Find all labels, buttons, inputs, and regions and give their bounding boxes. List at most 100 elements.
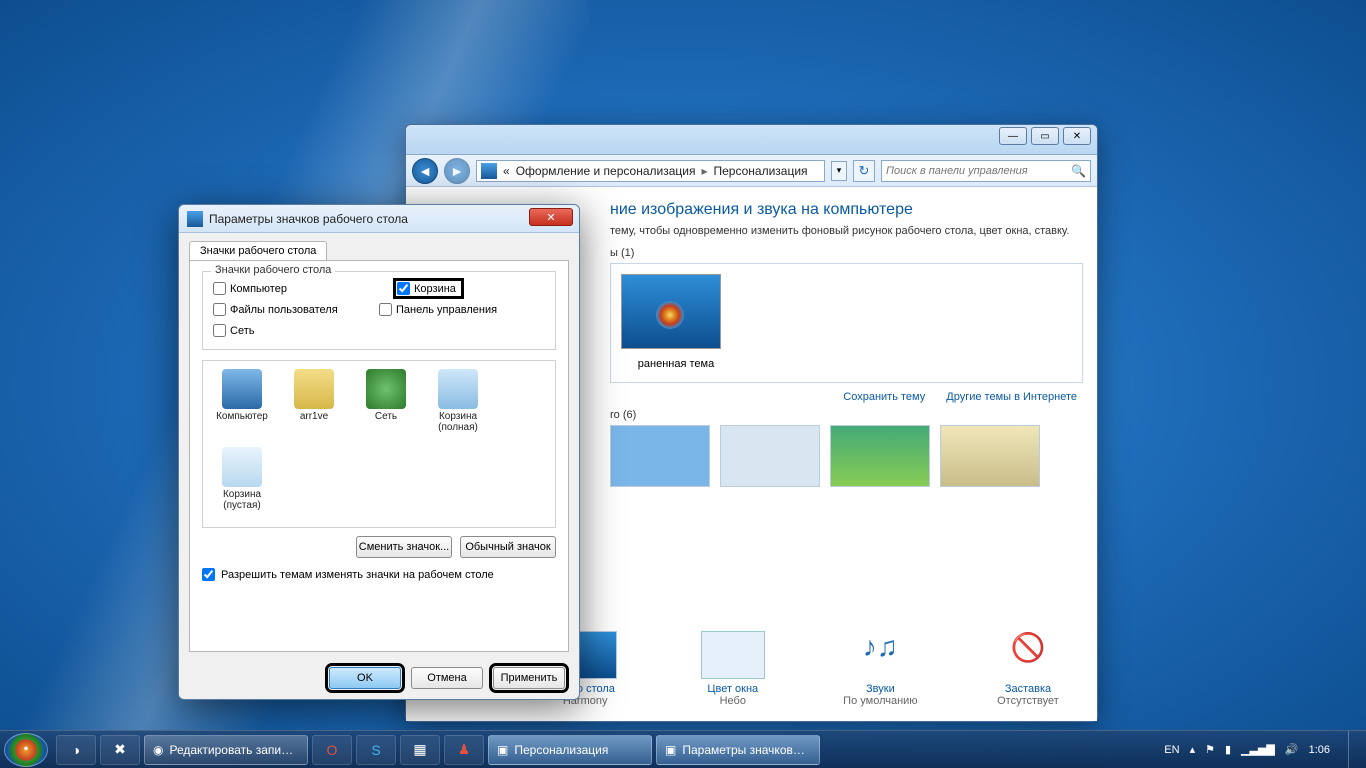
checkbox-cpanel-label: Панель управления <box>396 304 497 316</box>
icon-recycle-full[interactable]: Корзина (полная) <box>427 369 489 441</box>
taskbar-pin-opera[interactable]: O <box>312 735 352 765</box>
icon-params-icon: ▣ <box>665 743 676 757</box>
tray-network-icon[interactable]: ▁▃▅▇ <box>1241 743 1275 756</box>
icon-user-folder[interactable]: arr1ve <box>283 369 345 441</box>
window-color-item[interactable]: Цвет окна Небо <box>678 631 788 707</box>
checkbox-computer[interactable]: Компьютер <box>213 280 379 297</box>
sounds-item[interactable]: ♪♫ Звуки По умолчанию <box>825 631 935 707</box>
desktop-icon-settings-dialog: Параметры значков рабочего стола ✕ Значк… <box>178 204 580 700</box>
sounds-icon: ♪♫ <box>848 631 912 679</box>
tray-volume-icon[interactable]: 🔊 <box>1285 743 1299 756</box>
minimize-button[interactable]: — <box>999 127 1027 145</box>
breadcrumb-seg-2[interactable]: Персонализация <box>713 164 807 178</box>
more-themes-link[interactable]: Другие темы в Интернете <box>946 391 1077 403</box>
address-bar: ◄ ► « Оформление и персонализация ▸ Перс… <box>406 155 1097 187</box>
icon-recycle-empty[interactable]: Корзина (пустая) <box>211 447 273 519</box>
aero-theme-4[interactable] <box>940 425 1040 487</box>
taskbar-pin-app5[interactable]: ▦ <box>400 735 440 765</box>
checkbox-network-input[interactable] <box>213 324 226 337</box>
aero-themes-row <box>610 425 1083 487</box>
group-label: Значки рабочего стола <box>211 264 335 276</box>
taskbar-app-icon-params[interactable]: ▣ Параметры значков… <box>656 735 820 765</box>
apply-button[interactable]: Применить <box>493 667 565 689</box>
save-theme-link[interactable]: Сохранить тему <box>843 391 925 403</box>
checkbox-network-label: Сеть <box>230 325 254 337</box>
allow-themes-input[interactable] <box>202 568 215 581</box>
dialog-icon <box>187 211 203 227</box>
taskbar-app-chrome[interactable]: ◉ Редактировать запи… <box>144 735 308 765</box>
checkbox-control-panel[interactable]: Панель управления <box>379 301 545 318</box>
nav-forward-button[interactable]: ► <box>444 158 470 184</box>
page-heading: ние изображения и звука на компьютере <box>610 201 1083 219</box>
checkbox-userfiles-input[interactable] <box>213 303 226 316</box>
window-color-sub: Небо <box>678 695 788 707</box>
theme-label: раненная тема <box>621 354 731 370</box>
theme-thumbnail <box>621 274 721 349</box>
taskbar-app-personalization[interactable]: ▣ Персонализация <box>488 735 652 765</box>
dialog-titlebar[interactable]: Параметры значков рабочего стола ✕ <box>179 205 579 233</box>
aero-theme-1[interactable] <box>610 425 710 487</box>
breadcrumb[interactable]: « Оформление и персонализация ▸ Персонал… <box>476 160 825 182</box>
maximize-button[interactable]: ▭ <box>1031 127 1059 145</box>
checkbox-recycle-input[interactable] <box>397 282 410 295</box>
nav-back-button[interactable]: ◄ <box>412 158 438 184</box>
window-color-icon <box>701 631 765 679</box>
icon-computer[interactable]: Компьютер <box>211 369 273 441</box>
window-titlebar[interactable]: — ▭ ✕ <box>406 125 1097 155</box>
cancel-button[interactable]: Отмена <box>411 667 483 689</box>
tray-battery-icon[interactable]: ▮ <box>1225 743 1231 756</box>
start-button[interactable] <box>4 733 48 767</box>
personalization-icon: ▣ <box>497 743 508 757</box>
taskbar: ◑ ✖ ◉ Редактировать запи… O S ▦ ♟ ▣ Перс… <box>0 730 1366 768</box>
screensaver-sub: Отсутствует <box>973 695 1083 707</box>
tray-clock[interactable]: 1:06 <box>1309 744 1330 756</box>
system-tray: EN ▴ ⚑ ▮ ▁▃▅▇ 🔊 1:06 <box>1164 731 1362 768</box>
my-themes-header: ы (1) <box>610 247 1083 259</box>
taskbar-pin-steam[interactable]: ◑ <box>56 735 96 765</box>
tray-flag-icon[interactable]: ⚑ <box>1205 743 1215 756</box>
checkbox-recycle-bin[interactable]: Корзина <box>395 280 462 297</box>
screensaver-icon: 🚫 <box>996 631 1060 679</box>
aero-theme-2[interactable] <box>720 425 820 487</box>
refresh-button[interactable]: ↻ <box>853 160 875 182</box>
aero-themes-header: ro (6) <box>610 409 1083 421</box>
icon-network-label: Сеть <box>355 411 417 422</box>
taskbar-pin-skype[interactable]: S <box>356 735 396 765</box>
icon-computer-label: Компьютер <box>211 411 273 422</box>
icon-network[interactable]: Сеть <box>355 369 417 441</box>
change-icon-button[interactable]: Сменить значок... <box>356 536 452 558</box>
show-desktop-button[interactable] <box>1348 731 1358 768</box>
recycle-full-icon <box>438 369 478 409</box>
taskbar-pin-app2[interactable]: ✖ <box>100 735 140 765</box>
checkbox-cpanel-input[interactable] <box>379 303 392 316</box>
icon-user-label: arr1ve <box>283 411 345 422</box>
screensaver-item[interactable]: 🚫 Заставка Отсутствует <box>973 631 1083 707</box>
tray-chevron-up-icon[interactable]: ▴ <box>1190 743 1196 756</box>
checkbox-user-files[interactable]: Файлы пользователя <box>213 301 379 318</box>
taskbar-pin-app6[interactable]: ♟ <box>444 735 484 765</box>
tray-language[interactable]: EN <box>1164 744 1179 756</box>
user-folder-icon <box>294 369 334 409</box>
checkbox-network[interactable]: Сеть <box>213 322 379 339</box>
chrome-icon: ◉ <box>153 743 163 757</box>
window-color-label: Цвет окна <box>678 683 788 695</box>
theme-item[interactable]: раненная тема <box>621 274 731 370</box>
page-description: тему, чтобы одновременно изменить фоновы… <box>610 225 1083 237</box>
allow-themes-checkbox[interactable]: Разрешить темам изменять значки на рабоч… <box>202 568 556 581</box>
tab-desktop-icons[interactable]: Значки рабочего стола <box>189 241 327 260</box>
taskbar-app-personalization-label: Персонализация <box>514 743 608 757</box>
search-box[interactable]: 🔍 <box>881 160 1091 182</box>
dialog-body: Значки рабочего стола Компьютер Корзина … <box>189 260 569 652</box>
breadcrumb-dropdown[interactable]: ▾ <box>831 161 847 181</box>
checkbox-computer-input[interactable] <box>213 282 226 295</box>
close-button[interactable]: ✕ <box>1063 127 1091 145</box>
breadcrumb-seg-1[interactable]: Оформление и персонализация <box>516 164 696 178</box>
restore-default-button[interactable]: Обычный значок <box>460 536 556 558</box>
checkbox-userfiles-label: Файлы пользователя <box>230 304 338 316</box>
search-input[interactable] <box>886 165 1066 177</box>
sounds-sub: По умолчанию <box>825 695 935 707</box>
ok-button[interactable]: OK <box>329 667 401 689</box>
dialog-close-button[interactable]: ✕ <box>529 208 573 226</box>
search-icon: 🔍 <box>1071 164 1086 178</box>
aero-theme-3[interactable] <box>830 425 930 487</box>
